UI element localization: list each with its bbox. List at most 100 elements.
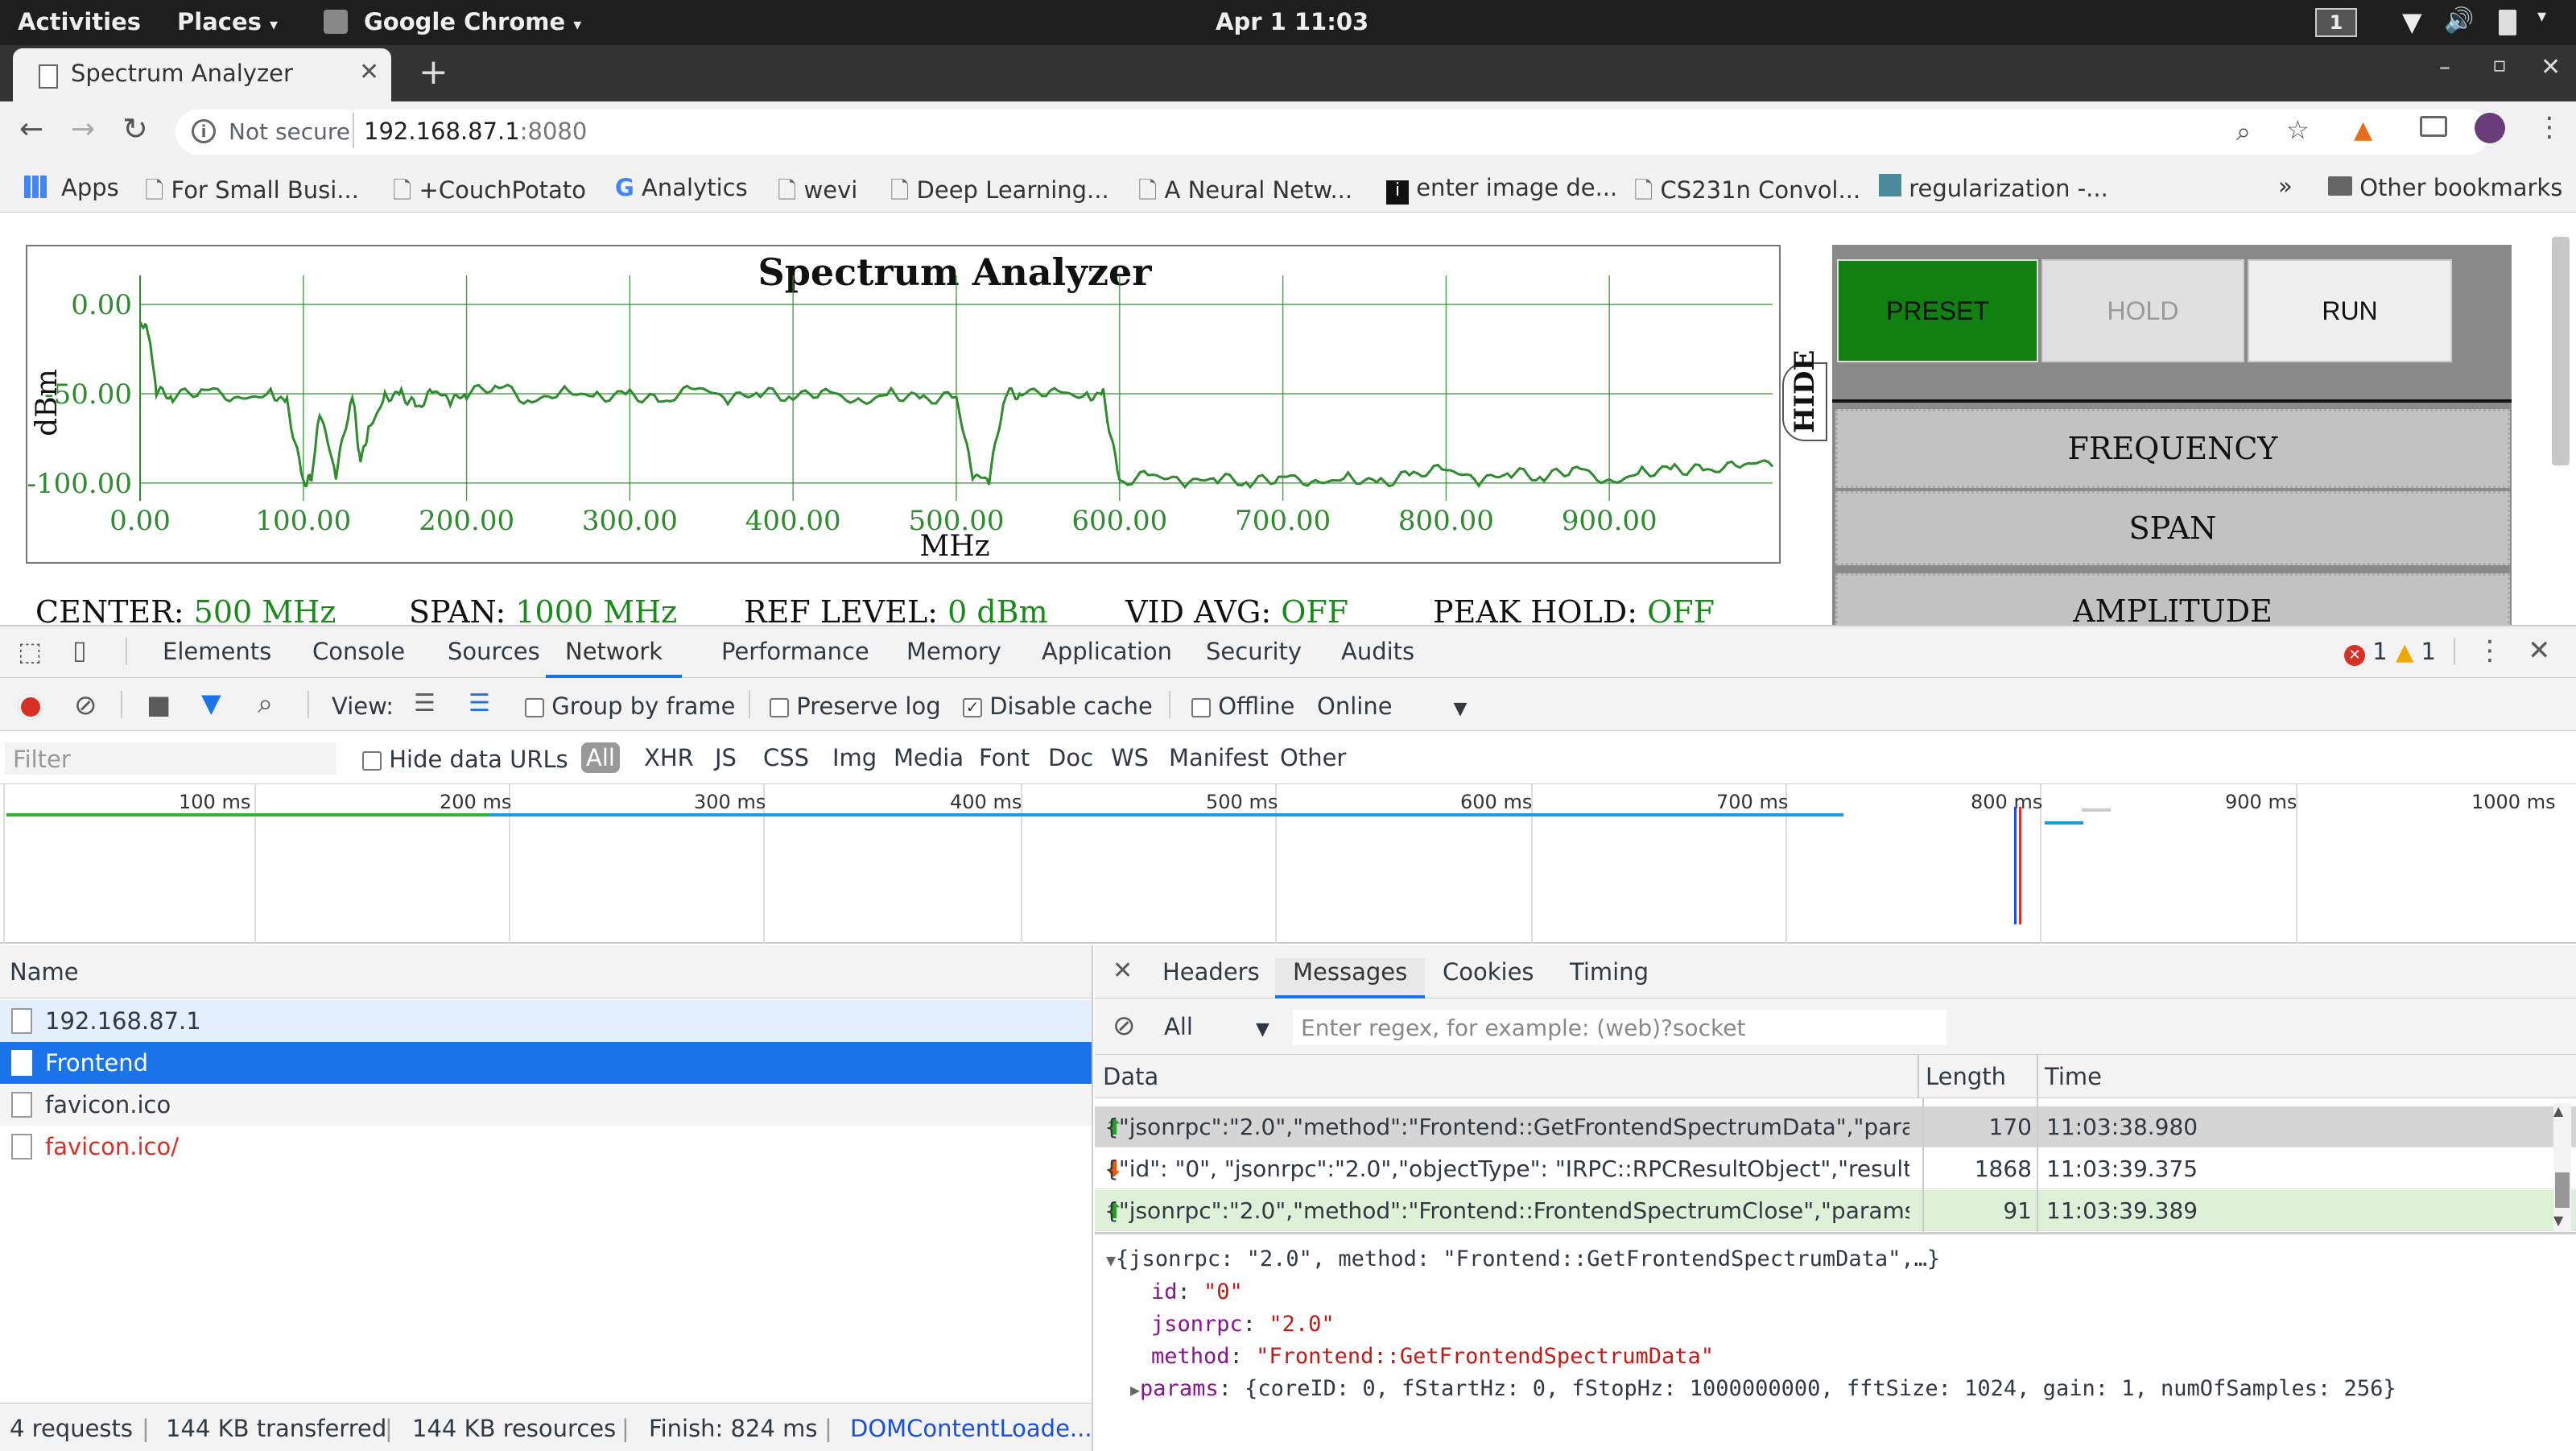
places-menu[interactable]: Places ▾ xyxy=(177,8,278,35)
reload-icon[interactable]: ↻ xyxy=(122,111,148,147)
warning-counter[interactable]: ▲ 1 xyxy=(2396,638,2436,665)
maximize-icon[interactable]: ▫ xyxy=(2492,53,2507,77)
offline-checkbox[interactable]: Offline xyxy=(1191,692,1294,720)
activities-button[interactable]: Activities xyxy=(18,8,141,35)
bookmark-wevi[interactable]: 🗋 wevi xyxy=(778,174,857,213)
search-icon[interactable]: ⌕ xyxy=(258,688,273,720)
info-icon[interactable]: i xyxy=(192,119,216,143)
tab-security[interactable]: Security xyxy=(1206,638,1302,665)
app-menu[interactable]: Google Chrome ▾ xyxy=(364,8,581,35)
request-row[interactable]: favicon.ico xyxy=(0,1084,1093,1126)
bookmark-regularization[interactable]: regularization -... xyxy=(1879,174,2108,202)
preserve-log-checkbox[interactable]: Preserve log xyxy=(770,692,941,720)
filter-media[interactable]: Media xyxy=(894,744,964,771)
hold-button[interactable]: HOLD xyxy=(2041,259,2244,362)
large-rows-icon[interactable]: ☰ xyxy=(414,689,436,717)
capture-screenshots-icon[interactable]: ■ xyxy=(147,689,171,720)
request-row[interactable]: 192.168.87.1 xyxy=(0,1000,1093,1042)
back-icon[interactable]: ← xyxy=(19,113,43,146)
bookmark-deep-learning[interactable]: 🗋 Deep Learning... xyxy=(890,174,1109,213)
message-row-selected[interactable]: ⬆ {"jsonrpc":"2.0","method":"Frontend::Ge… xyxy=(1095,1106,2576,1147)
filter-manifest[interactable]: Manifest xyxy=(1169,744,1269,771)
tab-network[interactable]: Network xyxy=(546,638,683,678)
bookmark-couchpotato[interactable]: 🗋 +CouchPotato xyxy=(393,174,586,213)
tab-cookies[interactable]: Cookies xyxy=(1443,958,1534,986)
messages-scrollbar[interactable]: ▲ ▼ xyxy=(2553,1103,2571,1232)
waterfall-icon[interactable]: ☰ xyxy=(469,689,490,717)
close-devtools-icon[interactable]: ✕ xyxy=(2528,635,2551,667)
bookmark-star-icon[interactable]: ☆ xyxy=(2286,114,2310,145)
omnibox[interactable]: i Not secure 192.168.87.1:8080 ⌕ ☆ xyxy=(175,110,2491,155)
filter-font[interactable]: Font xyxy=(979,744,1030,771)
inspect-icon[interactable]: ⬚ xyxy=(18,636,42,667)
data-column-header[interactable]: Data xyxy=(1103,1063,1158,1090)
bookmark-cs231n[interactable]: 🗋 CS231n Convol... xyxy=(1634,174,1860,213)
filter-img[interactable]: Img xyxy=(832,744,877,771)
amplitude-menu[interactable]: AMPLITUDE xyxy=(1835,573,2510,625)
name-column-header[interactable]: Name xyxy=(10,958,79,986)
wifi-icon[interactable]: ▼ xyxy=(2402,6,2422,37)
preview-params[interactable]: ▶params: {coreID: 0, fStartHz: 0, fStopH… xyxy=(1106,1373,2571,1406)
time-column-header[interactable]: Time xyxy=(2045,1063,2102,1090)
hide-data-urls-checkbox[interactable]: Hide data URLs xyxy=(362,746,568,773)
network-overview[interactable]: 100 ms 200 ms 300 ms 400 ms 500 ms 600 m… xyxy=(0,784,2576,944)
new-tab-icon[interactable]: + xyxy=(419,52,448,93)
device-toolbar-icon[interactable]: ▯ xyxy=(72,635,87,665)
clock[interactable]: Apr 1 11:03 xyxy=(1216,8,1368,35)
devtools-menu-icon[interactable]: ⋮ xyxy=(2476,635,2504,667)
clear-icon[interactable]: ⊘ xyxy=(74,689,97,721)
frequency-menu[interactable]: FREQUENCY xyxy=(1835,409,2510,488)
error-counter[interactable]: ✕ 1 xyxy=(2344,638,2388,666)
filter-all[interactable]: All xyxy=(581,742,620,773)
filter-ws[interactable]: WS xyxy=(1111,744,1149,771)
bookmark-neural-netw[interactable]: 🗋 A Neural Netw... xyxy=(1138,174,1352,213)
message-regex-input[interactable]: Enter regex, for example: (web)?socket xyxy=(1293,1010,1946,1045)
avatar[interactable] xyxy=(2475,113,2505,143)
run-button[interactable]: RUN xyxy=(2248,259,2452,362)
tab-sources[interactable]: Sources xyxy=(448,638,540,665)
tab-elements[interactable]: Elements xyxy=(163,638,271,665)
tab-timing[interactable]: Timing xyxy=(1570,958,1649,986)
filter-css[interactable]: CSS xyxy=(763,744,809,771)
close-tab-icon[interactable]: ✕ xyxy=(359,58,379,86)
filter-xhr[interactable]: XHR xyxy=(644,744,694,771)
tab-memory[interactable]: Memory xyxy=(906,638,1001,665)
hide-toggle[interactable]: HIDE xyxy=(1782,350,1827,441)
filter-js[interactable]: JS xyxy=(715,744,737,771)
close-window-icon[interactable]: ✕ xyxy=(2541,53,2561,81)
workspace-indicator[interactable]: 1 xyxy=(2315,8,2357,37)
page-scrollbar[interactable] xyxy=(2552,237,2570,465)
cast-icon[interactable] xyxy=(2420,116,2447,137)
filter-other[interactable]: Other xyxy=(1280,744,1346,771)
filter-doc[interactable]: Doc xyxy=(1048,744,1093,771)
bookmark-enter-image[interactable]: i enter image de... xyxy=(1386,174,1617,205)
scroll-down-icon[interactable]: ▼ xyxy=(2553,1213,2563,1228)
zoom-icon[interactable]: ⌕ xyxy=(2236,116,2251,147)
tab-headers[interactable]: Headers xyxy=(1162,958,1260,986)
filter-icon[interactable]: ▼ xyxy=(201,688,221,718)
other-bookmarks[interactable]: Other bookmarks xyxy=(2328,174,2562,201)
bookmark-analytics[interactable]: G Analytics xyxy=(615,174,748,201)
url-text[interactable]: 192.168.87.1:8080 xyxy=(364,118,587,145)
scroll-thumb[interactable] xyxy=(2555,1172,2570,1208)
minimize-icon[interactable]: – xyxy=(2439,53,2450,80)
disable-cache-checkbox[interactable]: ✓ Disable cache xyxy=(963,692,1153,720)
tab-console[interactable]: Console xyxy=(312,638,405,665)
close-detail-icon[interactable]: ✕ xyxy=(1113,957,1133,985)
preset-button[interactable]: PRESET xyxy=(1837,259,2038,362)
length-column-header[interactable]: Length xyxy=(1926,1063,2006,1090)
browser-tab[interactable]: Spectrum Analyzer ✕ xyxy=(13,48,391,101)
tab-messages[interactable]: Messages xyxy=(1275,958,1426,998)
message-row[interactable]: ⬇ {"id": "0", "jsonrpc":"2.0","objectType… xyxy=(1095,1148,2576,1189)
extension-icon[interactable]: ▲ xyxy=(2354,116,2372,144)
battery-icon[interactable] xyxy=(2499,10,2516,35)
menu-kebab-icon[interactable]: ⋮ xyxy=(2536,111,2563,143)
volume-icon[interactable]: 🔊 xyxy=(2444,6,2474,35)
tab-performance[interactable]: Performance xyxy=(721,638,869,665)
system-menu-chevron-icon[interactable]: ▾ xyxy=(2537,6,2546,27)
tab-audits[interactable]: Audits xyxy=(1341,638,1414,665)
group-by-frame-checkbox[interactable]: Group by frame xyxy=(525,692,736,720)
bookmark-apps[interactable]: Apps xyxy=(61,174,119,201)
scroll-up-icon[interactable]: ▲ xyxy=(2553,1103,2563,1118)
request-row-selected[interactable]: Frontend xyxy=(0,1042,1093,1084)
